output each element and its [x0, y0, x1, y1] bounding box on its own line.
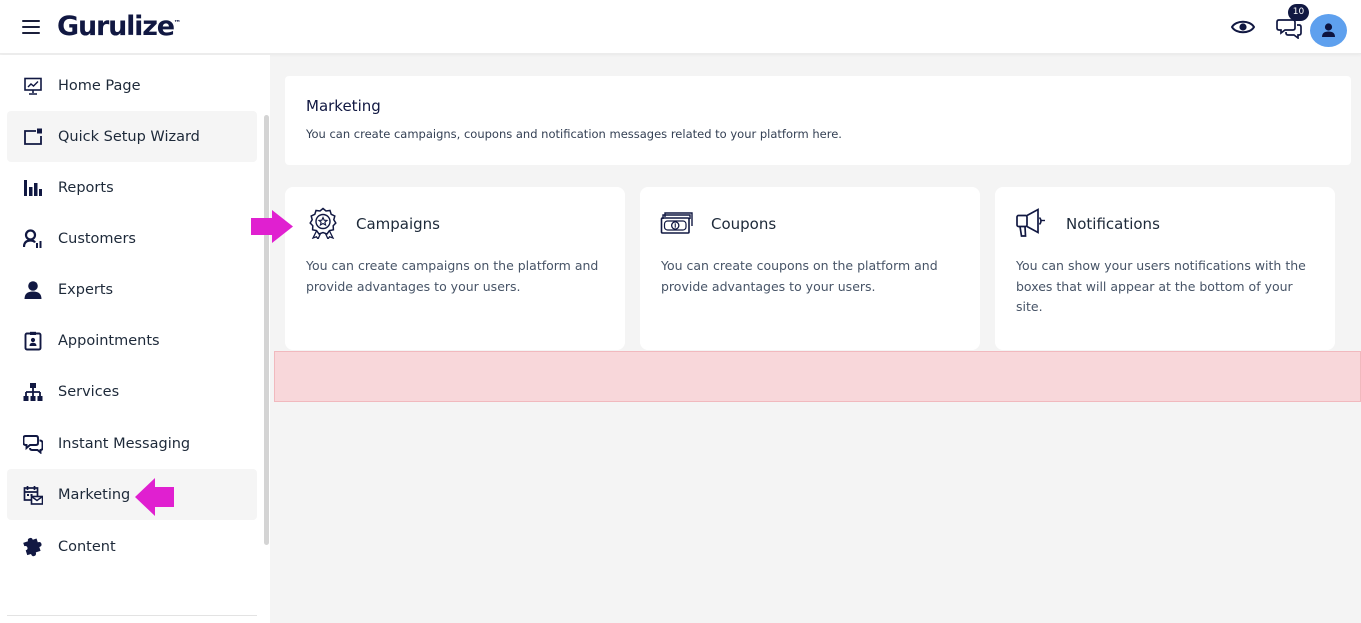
card-description: You can create campaigns on the platform…: [306, 258, 599, 294]
campaigns-card[interactable]: Campaigns You can create campaigns on th…: [285, 187, 625, 350]
sidebar: Home Page Quick Setup Wizard Reports Cus…: [0, 55, 270, 623]
coupons-card[interactable]: Coupons You can create coupons on the pl…: [640, 187, 980, 350]
page-title: Marketing: [306, 97, 381, 115]
megaphone-icon: [1016, 208, 1045, 237]
card-title: Coupons: [711, 215, 777, 233]
sidebar-item-quick-setup-wizard[interactable]: Quick Setup Wizard: [7, 111, 257, 162]
alert-bar: [274, 351, 1361, 402]
sidebar-item-label: Quick Setup Wizard: [58, 128, 200, 145]
sidebar-item-services[interactable]: Services: [7, 366, 257, 417]
sidebar-divider: [7, 615, 257, 616]
puzzle-icon: [23, 537, 43, 557]
sidebar-item-label: Content: [58, 538, 116, 555]
user-avatar[interactable]: [1310, 14, 1347, 47]
bar-chart-icon: [23, 178, 43, 198]
card-title: Campaigns: [356, 215, 441, 233]
menu-icon[interactable]: [22, 20, 40, 34]
clipboard-user-icon: [23, 331, 43, 351]
cash-icon: [660, 212, 693, 234]
sitemap-icon: [23, 382, 43, 402]
card-description: You can create coupons on the platform a…: [661, 258, 938, 294]
wizard-window-icon: [23, 127, 43, 147]
sidebar-item-content[interactable]: Content: [7, 521, 257, 572]
sidebar-item-label: Home Page: [58, 77, 141, 94]
eye-icon[interactable]: [1231, 18, 1255, 36]
sidebar-item-label: Services: [58, 383, 120, 400]
sidebar-item-appointments[interactable]: Appointments: [7, 315, 257, 366]
user-icon: [23, 280, 43, 300]
sidebar-scrollbar[interactable]: [264, 115, 269, 545]
annotation-arrow-right: [251, 210, 293, 243]
award-badge-icon: [309, 207, 337, 239]
message-count-badge: 10: [1288, 4, 1309, 21]
card-title: Notifications: [1066, 215, 1160, 233]
page-header-card: Marketing You can create campaigns, coup…: [285, 76, 1351, 165]
notifications-card[interactable]: Notifications You can show your users no…: [995, 187, 1335, 350]
calendar-mail-icon: [23, 485, 43, 505]
sidebar-item-reports[interactable]: Reports: [7, 162, 257, 213]
card-description: You can show your users notifications wi…: [1016, 258, 1306, 314]
annotation-arrow-left: [135, 478, 174, 516]
presentation-chart-icon: [23, 76, 43, 96]
sidebar-item-home-page[interactable]: Home Page: [7, 60, 257, 111]
user-avatar-icon: [1322, 23, 1335, 37]
sidebar-item-customers[interactable]: Customers: [7, 213, 257, 264]
sidebar-item-label: Marketing: [58, 486, 131, 503]
sidebar-item-label: Experts: [58, 281, 114, 298]
sidebar-item-marketing[interactable]: Marketing: [7, 469, 257, 520]
top-bar: Gurulize™ 10: [0, 0, 1361, 54]
sidebar-item-label: Customers: [58, 230, 136, 247]
page-description: You can create campaigns, coupons and no…: [306, 127, 842, 141]
logo[interactable]: Gurulize™: [57, 11, 181, 42]
customer-chart-icon: [23, 228, 43, 249]
sidebar-item-label: Reports: [58, 179, 114, 196]
sidebar-item-instant-messaging[interactable]: Instant Messaging: [7, 418, 257, 469]
sidebar-item-experts[interactable]: Experts: [7, 264, 257, 315]
sidebar-item-label: Appointments: [58, 332, 160, 349]
sidebar-item-label: Instant Messaging: [58, 435, 191, 452]
chat-bubbles-icon: [23, 434, 43, 454]
